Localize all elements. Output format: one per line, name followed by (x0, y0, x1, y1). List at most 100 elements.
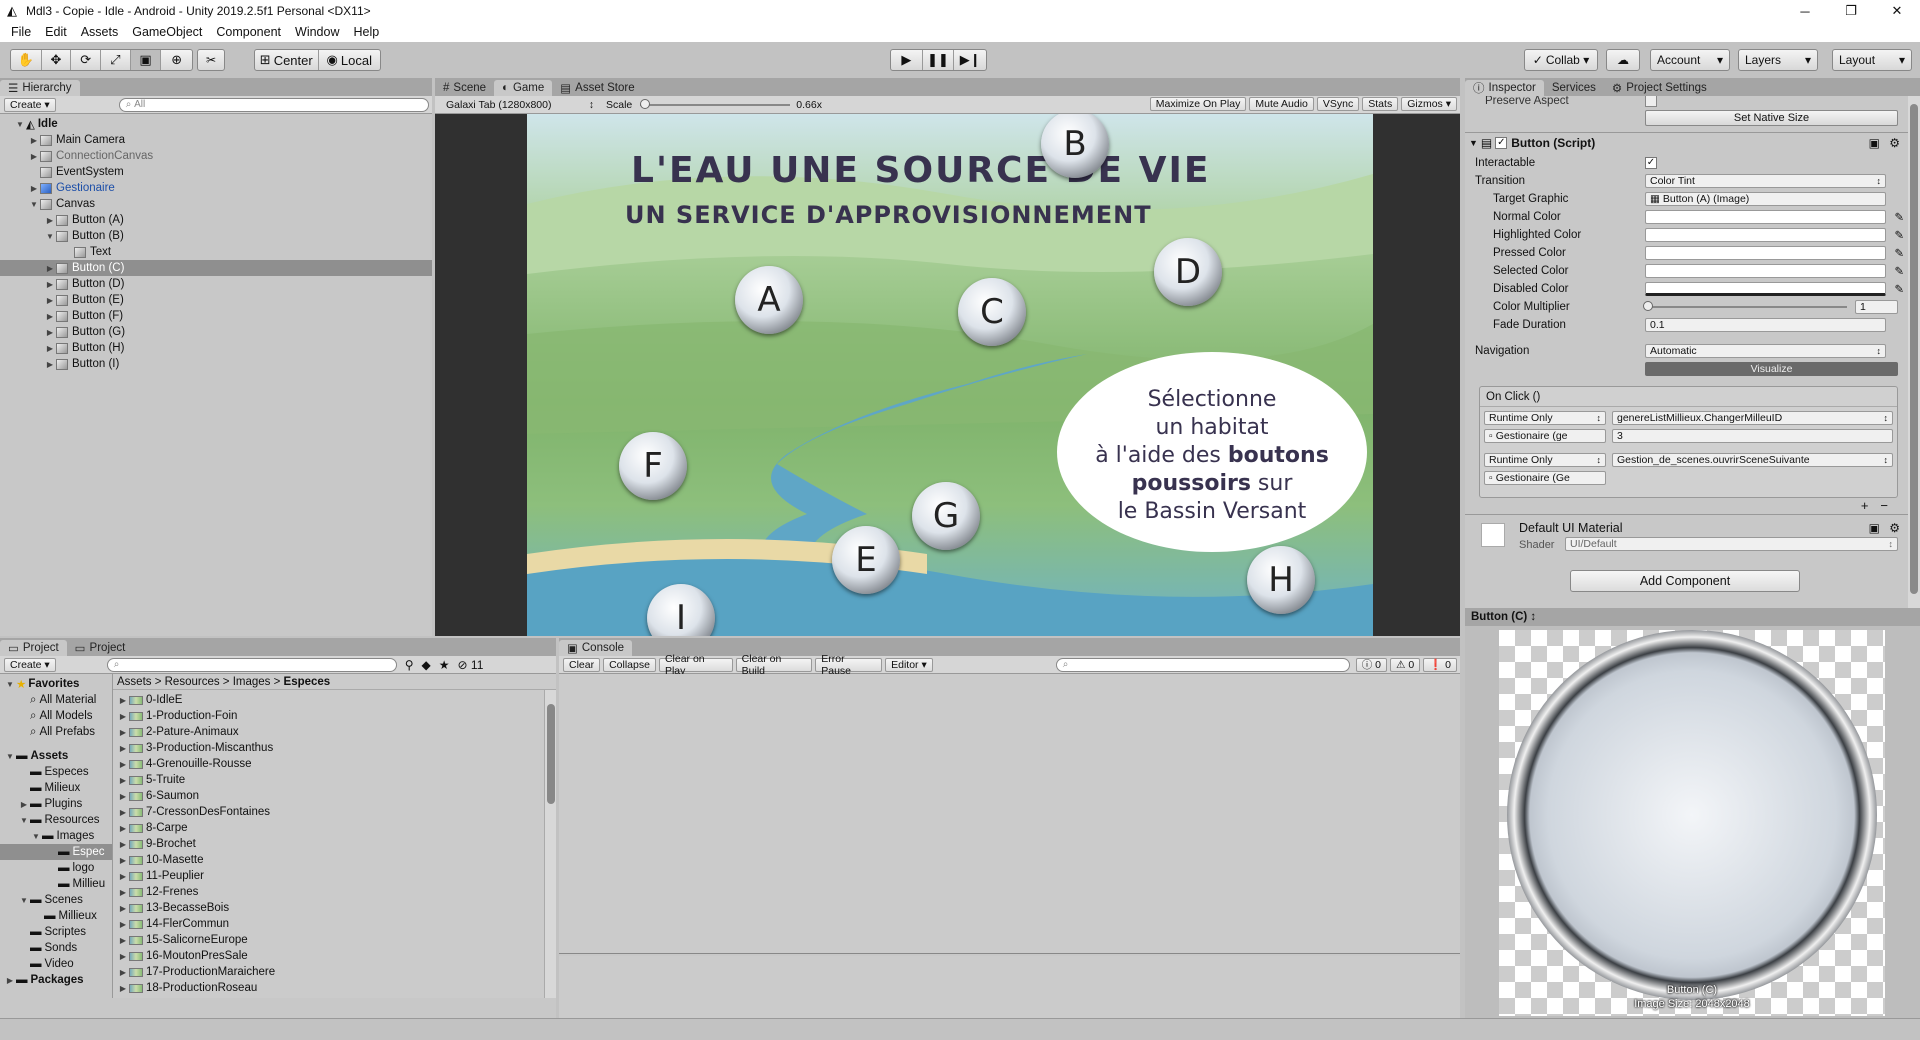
settings-icon[interactable]: ⚙ (1889, 136, 1900, 150)
file-list-item[interactable]: ▶ 7-CressonDesFontaines (117, 804, 544, 820)
folder-video[interactable]: ▬ Video (30, 956, 112, 972)
interactable-checkbox[interactable]: ✓ (1645, 157, 1657, 169)
favorite-all-materials[interactable]: ⌕ All Material (30, 692, 112, 708)
breadcrumb-images[interactable]: Images (233, 676, 271, 688)
pause-icon[interactable]: ❚❚ (923, 50, 955, 70)
settings-icon[interactable]: ⚙ (1889, 521, 1900, 535)
scale-slider-thumb[interactable] (640, 98, 651, 109)
normal-color-field[interactable] (1645, 210, 1886, 224)
file-list-item[interactable]: ▶ 3-Production-Miscanthus (117, 740, 544, 756)
rotate-tool-icon[interactable]: ⟳ (71, 50, 101, 70)
scale-tool-icon[interactable]: ⤢ (101, 50, 131, 70)
event-1-function-dropdown[interactable]: genereListMillieux.ChangerMilleuID (1612, 411, 1893, 425)
tab-project-2[interactable]: ▭ Project (67, 640, 134, 656)
file-list-item[interactable]: ▶ 0-IdleE (117, 692, 544, 708)
hierarchy-item-button-g[interactable]: ▶ Button (G) (44, 324, 432, 340)
preserve-aspect-checkbox[interactable] (1645, 96, 1657, 107)
minimize-icon[interactable]: ─ (1782, 0, 1828, 22)
game-button-e[interactable]: E (832, 526, 900, 594)
tab-hierarchy[interactable]: ☰ Hierarchy (0, 80, 80, 96)
scrollbar-thumb[interactable] (547, 704, 555, 804)
maximize-icon[interactable]: ❐ (1828, 0, 1874, 22)
hierarchy-item-text[interactable]: Text (74, 244, 432, 260)
help-icon[interactable]: ▣ (1869, 136, 1880, 150)
game-button-g[interactable]: G (912, 482, 980, 550)
step-icon[interactable]: ▶❙ (954, 50, 986, 70)
project-search-input[interactable]: ⌕ (106, 657, 397, 672)
menu-help[interactable]: Help (346, 25, 386, 39)
menu-gameobject[interactable]: GameObject (125, 25, 209, 39)
scale-slider[interactable] (640, 98, 791, 109)
console-log-area[interactable] (559, 674, 1460, 954)
eyedropper-icon[interactable]: ✎ (1894, 264, 1904, 278)
hierarchy-item-canvas[interactable]: ▼ Canvas (28, 196, 432, 212)
foldout-arrow-icon[interactable]: ▼ (1469, 138, 1478, 148)
console-detail-area[interactable] (559, 956, 1460, 1018)
visualize-button[interactable]: Visualize (1645, 362, 1898, 376)
color-multiplier-field[interactable]: 1 (1855, 300, 1898, 314)
game-button-h[interactable]: H (1247, 546, 1315, 614)
packages-header[interactable]: ▶ ▬ Packages (4, 972, 112, 988)
hierarchy-item-event-system[interactable]: EventSystem (40, 164, 432, 180)
remove-event-icon[interactable]: − (1880, 498, 1888, 513)
favorite-all-models[interactable]: ⌕ All Models (30, 708, 112, 724)
filter-label-icon[interactable]: ◆ (422, 658, 431, 672)
console-clear-on-build-toggle[interactable]: Clear on Build (735, 653, 813, 677)
selected-color-field[interactable] (1645, 264, 1886, 278)
folder-scenes-millieux[interactable]: ▬ Millieux (44, 908, 112, 924)
tab-inspector[interactable]: ⓘ Inspector (1465, 80, 1544, 96)
eyedropper-icon[interactable]: ✎ (1894, 246, 1904, 260)
add-component-button[interactable]: Add Component (1570, 570, 1800, 592)
menu-component[interactable]: Component (209, 25, 288, 39)
account-button[interactable]: Account ▾ (1650, 49, 1730, 71)
eyedropper-icon[interactable]: ✎ (1894, 210, 1904, 224)
play-icon[interactable]: ▶ (891, 50, 923, 70)
vsync-toggle[interactable]: VSync (1316, 97, 1360, 111)
console-collapse-toggle[interactable]: Collapse (603, 657, 656, 672)
filter-type-icon[interactable]: ⚲ (405, 658, 414, 672)
close-icon[interactable]: ✕ (1874, 0, 1920, 22)
hierarchy-item-main-camera[interactable]: ▶ Main Camera (28, 132, 432, 148)
game-button-c[interactable]: C (958, 278, 1026, 346)
file-list-item[interactable]: ▶ 1-Production-Foin (117, 708, 544, 724)
pivot-center-button[interactable]: ⊞ Center (255, 50, 319, 70)
rect-tool-icon[interactable]: ▣ (130, 50, 162, 70)
set-native-size-button[interactable]: Set Native Size (1645, 110, 1898, 126)
file-list-item[interactable]: ▶ 12-Frenes (117, 884, 544, 900)
folder-especes[interactable]: ▬ Especes (30, 764, 112, 780)
event-2-function-dropdown[interactable]: Gestion_de_scenes.ouvrirSceneSuivante (1612, 453, 1893, 467)
hierarchy-item-button-f[interactable]: ▶ Button (F) (44, 308, 432, 324)
help-icon[interactable]: ▣ (1869, 521, 1880, 535)
folder-logo[interactable]: ▬ logo (58, 860, 112, 876)
display-resolution-dropdown[interactable]: Galaxi Tab (1280x800) ↕ (441, 98, 599, 112)
game-button-f[interactable]: F (619, 432, 687, 500)
file-list-item[interactable]: ▶ 9-Brochet (117, 836, 544, 852)
tab-project-settings[interactable]: ⚙ Project Settings (1604, 80, 1715, 96)
cloud-icon[interactable]: ☁ (1606, 49, 1640, 71)
breadcrumb-resources[interactable]: Resources (165, 676, 220, 688)
shader-dropdown[interactable]: UI/Default (1565, 537, 1898, 551)
folder-scriptes[interactable]: ▬ Scriptes (30, 924, 112, 940)
event-2-object-field[interactable]: ▫ Gestionaire (Ge (1484, 471, 1606, 485)
color-multiplier-slider[interactable] (1643, 301, 1847, 311)
file-list-item[interactable]: ▶ 2-Pature-Animaux (117, 724, 544, 740)
console-error-pause-toggle[interactable]: Error Pause (815, 653, 883, 677)
console-warning-toggle[interactable]: ⚠ 0 (1389, 657, 1421, 672)
hierarchy-create-button[interactable]: Create ▾ (4, 97, 56, 112)
hierarchy-item-button-i[interactable]: ▶ Button (I) (44, 356, 432, 372)
hierarchy-item-button-b[interactable]: ▼ Button (B) (44, 228, 432, 244)
folder-sonds[interactable]: ▬ Sonds (30, 940, 112, 956)
material-swatch[interactable] (1481, 523, 1505, 547)
console-search-input[interactable]: ⌕ (1055, 657, 1350, 672)
tab-asset-store[interactable]: ▤ Asset Store (552, 80, 642, 96)
tab-game[interactable]: ◐ Game (494, 80, 553, 96)
event-1-arg-field[interactable]: 3 (1612, 429, 1893, 443)
menu-file[interactable]: File (4, 25, 38, 39)
target-graphic-field[interactable]: ▦ Button (A) (Image) (1645, 192, 1886, 206)
assets-header[interactable]: ▼ ▬ Assets (4, 748, 112, 764)
file-list-item[interactable]: ▶ 16-MoutonPresSale (117, 948, 544, 964)
folder-images[interactable]: ▼ ▬ Images (30, 828, 112, 844)
event-2-mode-dropdown[interactable]: Runtime Only (1484, 453, 1606, 467)
inspector-scrollbar[interactable] (1908, 96, 1920, 608)
project-create-button[interactable]: Create ▾ (4, 657, 56, 672)
